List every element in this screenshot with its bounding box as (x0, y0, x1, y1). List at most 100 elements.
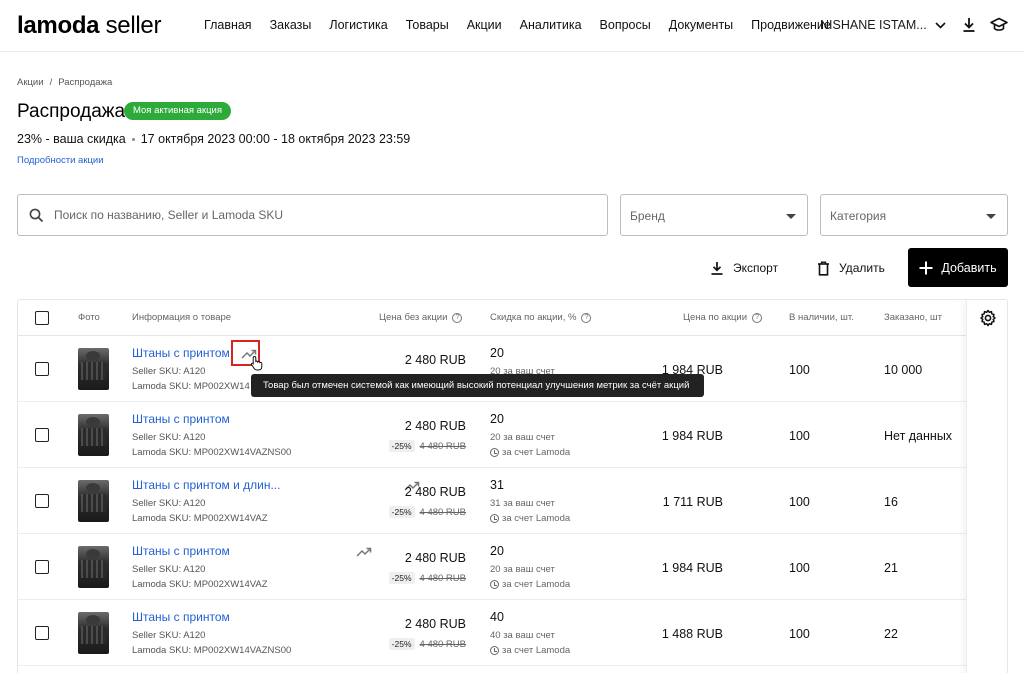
row-checkbox[interactable] (35, 362, 49, 376)
select-all-checkbox[interactable] (35, 311, 49, 325)
discount-seller-part: 40 за ваш счет (490, 630, 555, 641)
old-discount-badge: -25% (388, 506, 415, 518)
add-label: Добавить (941, 260, 997, 275)
nav-item[interactable]: Аналитика (520, 18, 582, 32)
active-promo-badge: Моя активная акция (124, 102, 231, 120)
trend-tooltip: Товар был отмечен системой как имеющий в… (251, 374, 704, 397)
brand-select[interactable]: Бренд (620, 194, 808, 236)
lamoda-seller-logo[interactable]: lamoda seller (17, 12, 161, 40)
promo-price: 1 488 RUB (661, 627, 723, 641)
separator-dot (131, 137, 135, 141)
promo-price: 1 711 RUB (662, 495, 723, 509)
product-photo[interactable] (78, 480, 109, 522)
nav-item[interactable]: Товары (406, 18, 449, 32)
seller-sku: Seller SKU: A120 (132, 498, 206, 509)
row-checkbox[interactable] (35, 560, 49, 574)
trash-icon (818, 261, 829, 276)
row-checkbox[interactable] (35, 428, 49, 442)
promo-discount-value: 31 (490, 478, 504, 492)
table-row[interactable]: Штаны с принтом Seller SKU: A120 Lamoda SK… (18, 534, 966, 600)
nav-item[interactable]: Акции (467, 18, 502, 32)
add-button[interactable]: Добавить (908, 248, 1008, 287)
ordered-count: 10 000 (884, 363, 923, 377)
old-discount-badge: -25% (388, 638, 415, 650)
help-icon[interactable]: ? (452, 312, 463, 323)
product-photo[interactable] (78, 546, 109, 588)
gear-icon[interactable] (979, 309, 997, 327)
column-promo-price: Цена по акции ? (683, 312, 763, 323)
product-photo[interactable] (78, 612, 109, 654)
table-row[interactable]: Штаны с принтом и длин... Seller SKU: A12… (18, 468, 966, 534)
discount-lamoda-part: за счет Lamoda (490, 579, 570, 590)
lamoda-sku: Lamoda SKU: MP002XW14VAZ (132, 579, 268, 590)
row-checkbox[interactable] (35, 626, 49, 640)
discount-seller-part: 20 за ваш счет (490, 432, 555, 443)
promo-details-link[interactable]: Подробности акции (17, 155, 104, 166)
export-button[interactable]: Экспорт (710, 256, 778, 280)
chevron-down-icon (935, 21, 946, 29)
plus-icon (919, 261, 933, 274)
product-name-link[interactable]: Штаны с принтом и длин... (132, 478, 280, 492)
ordered-count: 16 (884, 495, 898, 509)
nav-item[interactable]: Заказы (270, 18, 312, 32)
promo-discount: 23% - ваша скидка (17, 132, 126, 146)
graduation-cap-icon[interactable] (989, 15, 1009, 35)
column-settings (966, 300, 1007, 673)
table-row[interactable]: Штаны с принтом Seller SKU: A120 Lamoda SK… (18, 402, 966, 468)
column-price-no-promo: Цена без акции ? (379, 312, 463, 323)
nav-item[interactable]: Главная (204, 18, 252, 32)
promo-price: 1 984 RUB (661, 561, 723, 575)
old-price: 4 480 RUB (419, 506, 466, 518)
nav-item[interactable]: Документы (669, 18, 733, 32)
breadcrumb-promotions[interactable]: Акции (17, 77, 44, 88)
account-menu[interactable]: NISHANE ISTAM... (820, 18, 946, 32)
price-no-promo: 2 480 RUB (404, 485, 466, 499)
help-icon[interactable]: ? (752, 312, 763, 323)
product-name-link[interactable]: Штаны с принтом (132, 346, 230, 360)
caret-down-icon (986, 214, 996, 219)
help-icon[interactable]: ? (581, 312, 592, 323)
price-no-promo: 2 480 RUB (404, 353, 466, 367)
product-photo[interactable] (78, 414, 109, 456)
nav-item[interactable]: Логистика (329, 18, 387, 32)
stock-count: 100 (789, 627, 810, 641)
column-in-stock: В наличии, шт. (789, 312, 854, 323)
download-icon[interactable] (959, 15, 979, 35)
nav-item[interactable]: Вопросы (600, 18, 651, 32)
hand-cursor-icon (250, 355, 263, 371)
product-name-link[interactable]: Штаны с принтом (132, 544, 230, 558)
product-name-link[interactable]: Штаны с принтом (132, 412, 230, 426)
category-select[interactable]: Категория (820, 194, 1008, 236)
table-header: Фото Информация о товаре Цена без акции … (18, 300, 1007, 336)
seller-sku: Seller SKU: A120 (132, 564, 206, 575)
seller-sku: Seller SKU: A120 (132, 432, 206, 443)
product-photo[interactable] (78, 348, 109, 390)
delete-label: Удалить (839, 261, 885, 275)
product-name-link[interactable]: Штаны с принтом (132, 610, 230, 624)
old-price-group: -25% 4 480 RUB (388, 638, 466, 650)
discount-lamoda-part: за счет Lamoda (490, 645, 570, 656)
ordered-count: 21 (884, 561, 898, 575)
category-select-label: Категория (830, 209, 887, 223)
page-title: Распродажа (17, 101, 126, 122)
seller-sku: Seller SKU: A120 (132, 630, 206, 641)
row-checkbox[interactable] (35, 494, 49, 508)
search-input[interactable] (54, 204, 594, 226)
promo-period: 17 октября 2023 00:00 - 18 октября 2023 … (140, 132, 411, 146)
promo-discount-value: 40 (490, 610, 504, 624)
main-nav: Главная Заказы Логистика Товары Акции Аналити… (204, 18, 849, 32)
price-no-promo: 2 480 RUB (404, 419, 466, 433)
price-no-promo: 2 480 RUB (404, 551, 466, 565)
column-info: Информация о товаре (132, 312, 232, 323)
table-row[interactable]: Штаны с принтом Seller SKU: A120 Lamoda SK… (18, 600, 966, 666)
promo-discount-value: 20 (490, 346, 504, 360)
promo-summary: 23% - ваша скидка 17 октября 2023 00:00 … (17, 132, 410, 146)
old-price-group: -25% 4 480 RUB (388, 572, 466, 584)
trend-up-icon[interactable] (356, 545, 372, 557)
column-ordered: Заказано, шт (884, 312, 942, 323)
account-name: NISHANE ISTAM... (820, 18, 927, 32)
delete-button[interactable]: Удалить (817, 256, 885, 280)
price-no-promo: 2 480 RUB (404, 617, 466, 631)
old-discount-badge: -25% (388, 572, 415, 584)
nav-item[interactable]: Продвижение (751, 18, 831, 32)
